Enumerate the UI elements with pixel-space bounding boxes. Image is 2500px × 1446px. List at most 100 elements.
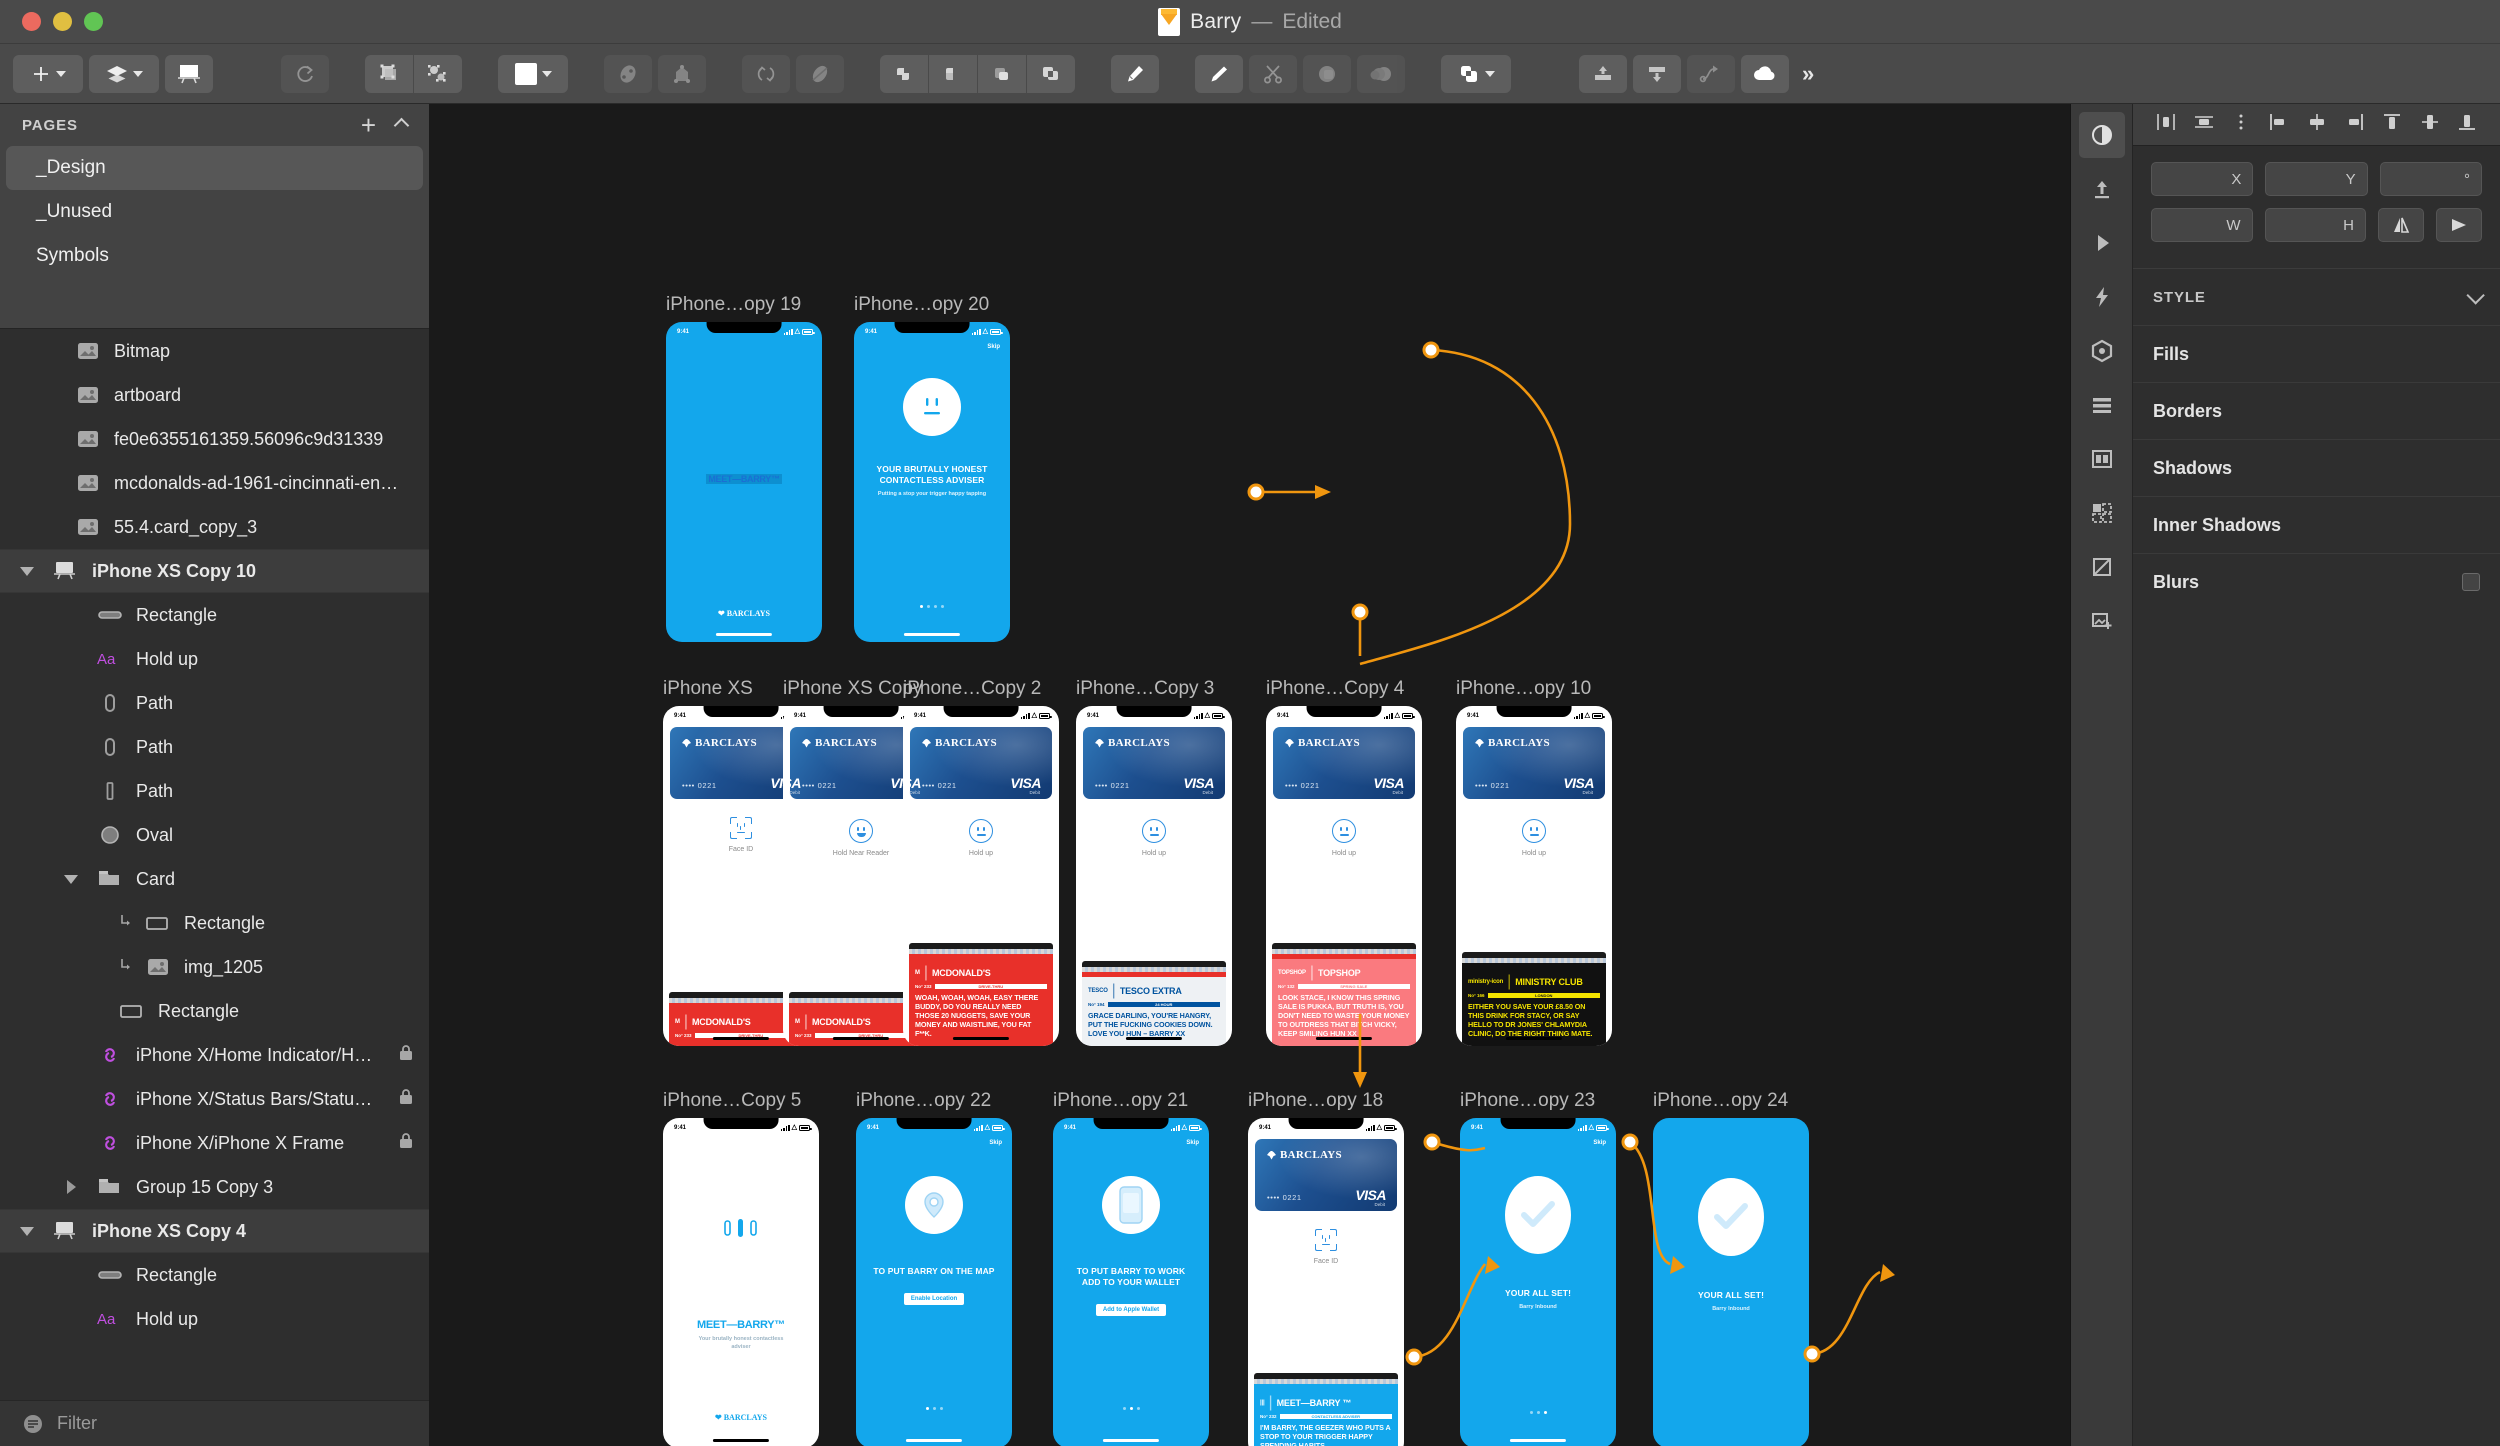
rotate-copies-button[interactable]: [281, 54, 329, 93]
rail-flow-button[interactable]: [2079, 274, 2125, 320]
layer-row[interactable]: Path: [0, 769, 429, 813]
rail-grid-button[interactable]: [2079, 436, 2125, 482]
layer-row[interactable]: img_1205: [0, 945, 429, 989]
maximize-button[interactable]: [84, 12, 103, 31]
align-left-button[interactable]: [2147, 104, 2185, 146]
chevron-down-icon[interactable]: [2466, 285, 2485, 305]
smart-distribute-button[interactable]: [414, 54, 462, 93]
skip-button[interactable]: Skip: [989, 1140, 1002, 1146]
artboard[interactable]: iPhone…Copy 5 9:41 △ MEET—BARRY™ Your br…: [663, 1090, 819, 1446]
layer-row[interactable]: Bitmap: [0, 329, 429, 373]
export-button[interactable]: [1579, 54, 1627, 93]
disclosure-expanded-icon[interactable]: [14, 1226, 40, 1236]
width-field[interactable]: W: [2151, 208, 2253, 242]
prototype-link-button[interactable]: [1687, 54, 1735, 93]
permission-button[interactable]: Add to Apple Wallet: [1095, 1304, 1167, 1317]
chevron-up-icon[interactable]: [393, 117, 410, 133]
align-middle-button[interactable]: [2298, 104, 2336, 146]
y-field[interactable]: Y: [2265, 162, 2368, 196]
style-row-fills[interactable]: Fills: [2133, 325, 2500, 382]
layer-filter-bar[interactable]: Filter: [0, 1400, 429, 1446]
page-item-unused[interactable]: _Unused: [0, 190, 429, 234]
artboard-canvas[interactable]: 9:41 △ Skip YOUR BRUTALLY HONEST CONTACT…: [854, 322, 1010, 642]
artboard[interactable]: iPhone…opy 18 9:41 △ BARCLAYS •••• 0221 …: [1248, 1090, 1404, 1446]
layer-row[interactable]: Oval: [0, 813, 429, 857]
import-button[interactable]: [1633, 54, 1681, 93]
vector-button[interactable]: [1111, 54, 1159, 93]
rail-export-button[interactable]: [2079, 166, 2125, 212]
align-center-horizontal-button[interactable]: [2185, 104, 2223, 146]
artboard-label[interactable]: iPhone…opy 18: [1248, 1090, 1404, 1112]
boolean-subtract-button[interactable]: [929, 54, 977, 93]
edit-shape-button[interactable]: [658, 54, 706, 93]
layer-row[interactable]: iPhone X/iPhone X Frame: [0, 1121, 429, 1165]
flip-vertical-button[interactable]: [2436, 208, 2482, 242]
boolean-difference-button[interactable]: [1027, 54, 1075, 93]
make-grid-button[interactable]: [1303, 54, 1351, 93]
layer-row[interactable]: Rectangle: [0, 1253, 429, 1297]
artboard[interactable]: iPhone…Copy 2 9:41 △ BARCLAYS •••• 0221 …: [903, 678, 1059, 1046]
rail-symbols-button[interactable]: [2079, 328, 2125, 374]
pencil-button[interactable]: [1195, 54, 1243, 93]
style-row-inner-shadows[interactable]: Inner Shadows: [2133, 496, 2500, 553]
height-field[interactable]: H: [2264, 208, 2366, 242]
layer-row[interactable]: iPhone X/Status Bars/Statu…: [0, 1077, 429, 1121]
distribute-button[interactable]: [2222, 104, 2260, 146]
lock-icon[interactable]: [397, 1087, 415, 1112]
close-button[interactable]: [22, 12, 41, 31]
artboard-label[interactable]: iPhone…opy 19: [666, 294, 822, 316]
layer-row[interactable]: Rectangle: [0, 989, 429, 1033]
rotate-copy-button[interactable]: [742, 54, 790, 93]
artboard-canvas[interactable]: YOUR ALL SET! Barry Inbound: [1653, 1118, 1809, 1446]
layer-row[interactable]: Group 15 Copy 3: [0, 1165, 429, 1209]
artboard-canvas[interactable]: 9:41 △ BARCLAYS •••• 0221 VISA Debit Hol…: [1076, 706, 1232, 1046]
layer-row[interactable]: Rectangle: [0, 901, 429, 945]
artboard[interactable]: iPhone…opy 10 9:41 △ BARCLAYS •••• 0221 …: [1456, 678, 1612, 1046]
artboard[interactable]: iPhone…Copy 4 9:41 △ BARCLAYS •••• 0221 …: [1266, 678, 1422, 1046]
artboard-label[interactable]: iPhone…opy 24: [1653, 1090, 1809, 1112]
style-row-blurs[interactable]: Blurs: [2133, 553, 2500, 610]
flip-horizontal-button[interactable]: [2378, 208, 2424, 242]
disclosure-expanded-icon[interactable]: [14, 566, 40, 576]
blurs-checkbox[interactable]: [2462, 573, 2480, 591]
artboard-label[interactable]: iPhone…Copy 3: [1076, 678, 1232, 700]
rail-tiles-button[interactable]: [2079, 490, 2125, 536]
artboard[interactable]: iPhone…opy 24 YOUR ALL SET! Barry Inboun…: [1653, 1090, 1809, 1446]
rail-transform-button[interactable]: [2079, 544, 2125, 590]
page-item-symbols[interactable]: Symbols: [0, 234, 429, 278]
align-edge-right-button[interactable]: [2335, 104, 2373, 146]
layer-row[interactable]: mcdonalds-ad-1961-cincinnati-en…: [0, 461, 429, 505]
create-symbol-button[interactable]: [1441, 54, 1511, 93]
artboard-canvas[interactable]: 9:41 △ Skip TO PUT BARRY TO WORK ADD TO …: [1053, 1118, 1209, 1446]
artboard-label[interactable]: iPhone…Copy 5: [663, 1090, 819, 1112]
artboard-canvas[interactable]: 9:41 △ BARCLAYS •••• 0221 VISA Debit Fac…: [1248, 1118, 1404, 1446]
x-field[interactable]: X: [2151, 162, 2254, 196]
skip-button[interactable]: Skip: [1593, 1140, 1606, 1146]
artboard-canvas[interactable]: 9:41 △ Skip YOUR ALL SET! Barry Inbound: [1460, 1118, 1616, 1446]
layer-row[interactable]: 55.4.card_copy_3: [0, 505, 429, 549]
insert-button[interactable]: [13, 54, 83, 93]
rotation-field[interactable]: °: [2379, 162, 2482, 196]
flatten-button[interactable]: [796, 54, 844, 93]
fill-color-button[interactable]: [498, 54, 568, 93]
artboard-canvas[interactable]: 9:41 △ BARCLAYS •••• 0221 VISA Debit Hol…: [903, 706, 1059, 1046]
layer-row[interactable]: fe0e6355161359.56096c9d31339: [0, 417, 429, 461]
scissors-button[interactable]: [1249, 54, 1297, 93]
boolean-intersect-button[interactable]: [978, 54, 1026, 93]
layer-row[interactable]: artboard: [0, 373, 429, 417]
rail-image-button[interactable]: [2079, 598, 2125, 644]
artboard-label[interactable]: iPhone…opy 22: [856, 1090, 1012, 1112]
artboard-canvas[interactable]: 9:41 △ Skip TO PUT BARRY ON THE MAP Enab…: [856, 1118, 1012, 1446]
artboard-button[interactable]: [165, 54, 213, 93]
cloud-button[interactable]: [1741, 54, 1789, 93]
disclosure-collapsed-icon[interactable]: [58, 1180, 84, 1194]
permission-button[interactable]: Enable Location: [903, 1293, 965, 1306]
artboard-label[interactable]: iPhone…Copy 2: [903, 678, 1059, 700]
minimize-button[interactable]: [53, 12, 72, 31]
artboard-label[interactable]: iPhone…opy 20: [854, 294, 1010, 316]
skip-button[interactable]: Skip: [987, 344, 1000, 350]
layer-row[interactable]: Aa Hold up: [0, 1297, 429, 1341]
canvas[interactable]: iPhone…opy 19 9:41 △ MEET—BARRY™ ❤ BARCL…: [430, 104, 2070, 1446]
artboard[interactable]: iPhone…opy 23 9:41 △ Skip YOUR ALL SET! …: [1460, 1090, 1616, 1446]
artboard-canvas[interactable]: 9:41 △ MEET—BARRY™ Your brutally honest …: [663, 1118, 819, 1446]
